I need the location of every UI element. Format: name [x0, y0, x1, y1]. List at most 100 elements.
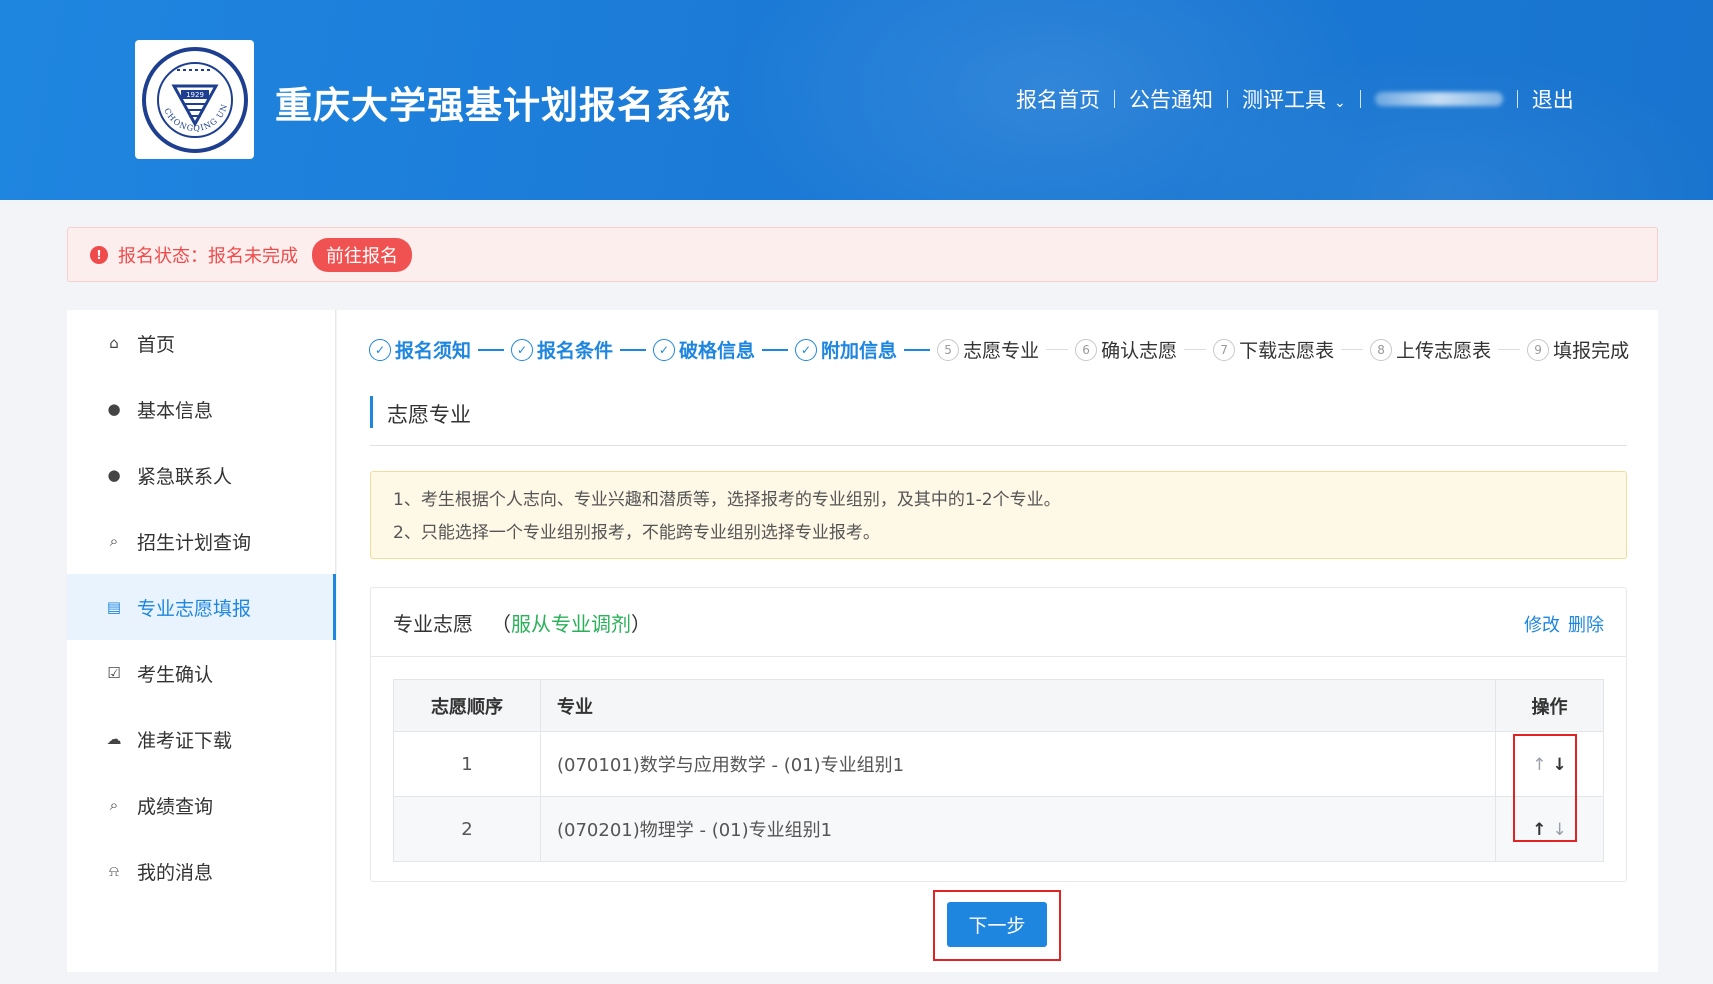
step-label: 附加信息	[821, 340, 898, 362]
sidebar-item-label: 准考证下载	[137, 729, 233, 752]
sidebar-item-candidate-confirm[interactable]: ☑ 考生确认	[67, 640, 335, 706]
major-cell: (070101)数学与应用数学 - (01)专业组别1	[540, 731, 1496, 797]
step-number: 6	[1075, 338, 1098, 361]
sidebar-item-home[interactable]: ⌂ 首页	[67, 310, 335, 376]
warning-icon: !	[90, 245, 108, 264]
bell-icon: ⍾	[109, 862, 119, 880]
sidebar-item-score-query[interactable]: ⌕ 成绩查询	[67, 772, 335, 838]
sidebar-item-label: 紧急联系人	[137, 465, 233, 488]
step-connector	[620, 348, 647, 351]
sidebar-item-major-preference[interactable]: ▤ 专业志愿填报	[67, 574, 336, 640]
sidebar-item-label: 成绩查询	[137, 795, 214, 818]
highlight-box-sort-arrows	[1513, 734, 1577, 842]
nav-divider	[1227, 90, 1228, 108]
nav-home-link[interactable]: 报名首页	[1016, 84, 1100, 114]
section-header: 志愿专业	[370, 396, 1627, 446]
sidebar-item-emergency-contact[interactable]: ● 紧急联系人	[67, 442, 335, 508]
adjust-text: 服从专业调剂	[511, 611, 631, 636]
site-title: 重庆大学强基计划报名系统	[275, 84, 731, 127]
step-number: 8	[1370, 338, 1393, 361]
registration-status-text: 报名状态：报名未完成	[118, 245, 298, 267]
edit-link[interactable]: 修改	[1524, 615, 1560, 636]
step-label: 志愿专业	[963, 340, 1040, 362]
sidebar-item-label: 基本信息	[137, 399, 214, 422]
preference-card: 专业志愿 （服从专业调剂） 修改 删除 志愿顺序 专业 操作 1 (070101)…	[370, 587, 1627, 882]
sidebar-item-label: 专业志愿填报	[137, 597, 252, 620]
university-seal-icon: 1929 CHONGQING UNIVERSITY	[141, 46, 248, 153]
step-label: 下载志愿表	[1239, 340, 1335, 362]
delete-link[interactable]: 删除	[1568, 615, 1604, 636]
cloud-download-icon: ☁	[106, 730, 122, 748]
checkbox-icon: ☑	[107, 664, 121, 682]
user-icon: ●	[107, 466, 121, 484]
step-6: 6 确认志愿	[1075, 336, 1213, 363]
order-cell: 1	[393, 731, 541, 797]
sidebar-item-label: 首页	[137, 333, 176, 356]
user-icon: ●	[107, 400, 121, 418]
sidebar-item-messages[interactable]: ⍾ 我的消息	[67, 838, 335, 904]
paren-open: （	[491, 611, 511, 636]
major-cell: (070201)物理学 - (01)专业组别1	[540, 796, 1496, 862]
logout-link[interactable]: 退出	[1532, 84, 1574, 114]
adjust-note: （服从专业调剂）	[491, 608, 651, 637]
sidebar-item-label: 招生计划查询	[137, 531, 252, 554]
sidebar-item-label: 我的消息	[137, 861, 214, 884]
nav-notices-link[interactable]: 公告通知	[1129, 84, 1213, 114]
sidebar-item-basic-info[interactable]: ● 基本信息	[67, 376, 335, 442]
preference-table: 志愿顺序 专业 操作 1 (070101)数学与应用数学 - (01)专业组别1…	[393, 679, 1604, 862]
column-header: 专业	[540, 679, 1496, 732]
card-title: 专业志愿	[393, 611, 473, 636]
column-header: 操作	[1495, 679, 1604, 732]
step-connector	[904, 348, 931, 351]
table-row: 1 (070101)数学与应用数学 - (01)专业组别1 ↑ ↓	[393, 731, 1604, 797]
step-label: 填报完成	[1553, 340, 1630, 362]
nav-divider	[1359, 90, 1361, 108]
card-header: 专业志愿 （服从专业调剂） 修改 删除	[371, 588, 1626, 657]
check-icon: ✓	[511, 338, 534, 361]
check-icon: ✓	[795, 338, 818, 361]
chevron-down-icon: ⌄	[1334, 95, 1346, 111]
notice-line: 1、考生根据个人志向、专业兴趣和潜质等，选择报考的专业组别，及其中的1-2个专业…	[393, 490, 1061, 510]
step-5: 5 志愿专业	[937, 336, 1075, 363]
step-connector	[478, 348, 505, 351]
sidebar-item-label: 考生确认	[137, 663, 214, 686]
section-title: 志愿专业	[387, 403, 471, 427]
logo-year: 1929	[186, 91, 204, 99]
column-header: 志愿顺序	[393, 679, 541, 732]
search-icon: ⌕	[109, 796, 119, 814]
step-9: 9 填报完成	[1527, 336, 1629, 363]
sidebar-item-admission-ticket[interactable]: ☁ 准考证下载	[67, 706, 335, 772]
home-icon: ⌂	[109, 334, 119, 352]
step-number: 9	[1527, 338, 1550, 361]
step-label: 破格信息	[679, 340, 756, 362]
step-3: ✓ 破格信息	[653, 336, 795, 363]
top-nav: 报名首页 公告通知 测评工具 ⌄ 退出	[1016, 84, 1574, 114]
step-number: 7	[1213, 338, 1236, 361]
progress-steps: ✓ 报名须知 ✓ 报名条件 ✓ 破格信息 ✓ 附加信息 5 志愿专业 6 确认志…	[369, 336, 1629, 363]
step-connector	[1046, 349, 1069, 350]
go-register-button[interactable]: 前往报名	[312, 237, 412, 272]
step-7: 7 下载志愿表	[1213, 336, 1370, 363]
step-connector	[1341, 349, 1364, 350]
nav-divider	[1516, 90, 1518, 108]
table-header-row: 志愿顺序 专业 操作	[393, 679, 1604, 732]
main-panel: ✓ 报名须知 ✓ 报名条件 ✓ 破格信息 ✓ 附加信息 5 志愿专业 6 确认志…	[337, 310, 1658, 972]
header-banner: 1929 CHONGQING UNIVERSITY 重庆大学强基计划报名系统 报…	[0, 0, 1713, 200]
document-icon: ▤	[106, 598, 122, 616]
search-icon: ⌕	[109, 532, 119, 550]
step-label: 上传志愿表	[1396, 340, 1492, 362]
check-icon: ✓	[369, 338, 391, 361]
nav-divider	[1114, 90, 1115, 108]
step-1: ✓ 报名须知	[369, 336, 511, 363]
section-accent-bar	[370, 396, 373, 428]
step-4: ✓ 附加信息	[795, 336, 937, 363]
university-logo[interactable]: 1929 CHONGQING UNIVERSITY	[135, 40, 254, 159]
sidebar-item-enrollment-plan[interactable]: ⌕ 招生计划查询	[67, 508, 335, 574]
nav-tools-label: 测评工具	[1242, 88, 1326, 112]
step-label: 确认志愿	[1101, 340, 1178, 362]
step-8: 8 上传志愿表	[1370, 336, 1527, 363]
next-step-button[interactable]: 下一步	[947, 902, 1047, 947]
nav-tools-dropdown[interactable]: 测评工具 ⌄	[1242, 84, 1346, 114]
user-name-redacted[interactable]	[1374, 92, 1503, 106]
card-actions: 修改 删除	[1516, 611, 1604, 637]
